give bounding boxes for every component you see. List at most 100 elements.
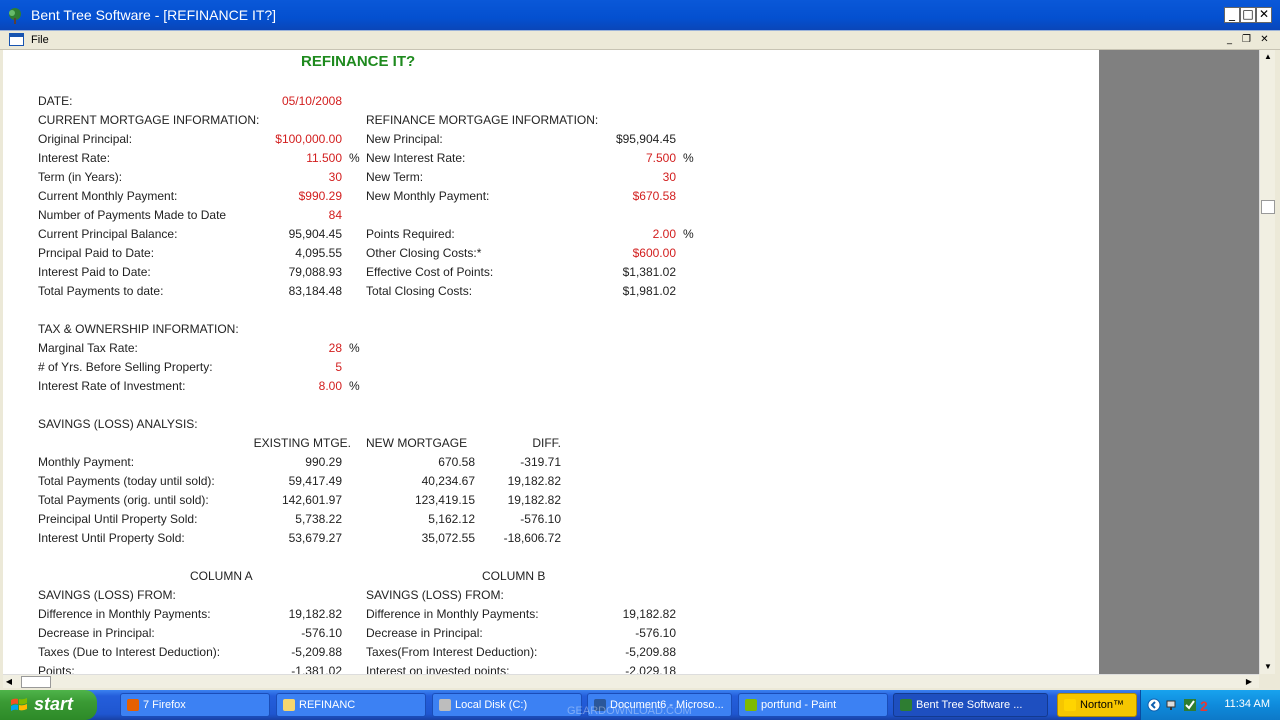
maximize-button[interactable]: □ (1240, 7, 1256, 23)
field-label: Marginal Tax Rate: (38, 341, 138, 355)
field-label: New Term: (366, 170, 424, 184)
tray-back-icon[interactable] (1147, 698, 1161, 712)
column-a-subheader: SAVINGS (LOSS) FROM: (38, 588, 176, 602)
field-label: # of Yrs. Before Selling Property: (38, 360, 213, 374)
col-diff-header: DIFF. (532, 436, 561, 450)
document-icon[interactable] (9, 33, 24, 46)
tray-antivirus-icon[interactable] (1183, 698, 1197, 712)
column-a-label: Points: (38, 664, 75, 674)
date-label: DATE: (38, 94, 73, 108)
tray-update-icon[interactable]: 2 (1199, 698, 1213, 712)
field-label: Original Principal: (38, 132, 133, 146)
percent-sign: % (349, 379, 360, 393)
child-close-button[interactable]: ✕ (1257, 33, 1272, 47)
window-title-bar: Bent Tree Software - [REFINANCE IT?] _ □… (0, 0, 1280, 31)
refinance-mortgage-header: REFINANCE MORTGAGE INFORMATION: (366, 113, 599, 127)
column-a-label: Decrease in Principal: (38, 626, 155, 640)
taskbar: start 7 Firefox REFINANC Local Disk (C:) Do… (0, 690, 1280, 720)
field-value[interactable]: 7.500 (556, 151, 676, 165)
column-a-label: Difference in Monthly Payments: (38, 607, 211, 621)
field-label: New Principal: (366, 132, 443, 146)
taskbar-button-label: Bent Tree Software ... (916, 699, 1023, 711)
savings-label: Interest Until Property Sold: (38, 531, 185, 545)
column-a-value: 19,182.82 (288, 607, 342, 621)
field-value: $95,904.45 (615, 132, 676, 146)
savings-label: Total Payments (today until sold): (38, 474, 215, 488)
savings-diff: -319.71 (520, 455, 561, 469)
percent-sign: % (683, 227, 694, 241)
percent-sign: % (683, 151, 694, 165)
field-value[interactable]: 28 (222, 341, 342, 355)
field-value[interactable]: $100,000.00 (222, 132, 342, 146)
field-value[interactable]: 11.500 (222, 151, 342, 165)
column-a-value: -1,381.02 (291, 664, 342, 674)
field-value: 83,184.48 (288, 284, 342, 298)
scroll-up-icon[interactable]: ▲ (1261, 50, 1275, 64)
column-b-subheader: SAVINGS (LOSS) FROM: (366, 588, 504, 602)
taskbar-button[interactable]: Local Disk (C:) (432, 693, 582, 717)
column-b-header: COLUMN B (482, 569, 546, 583)
savings-diff: 19,182.82 (507, 474, 561, 488)
field-value[interactable]: $670.58 (556, 189, 676, 203)
percent-sign: % (349, 341, 360, 355)
start-button[interactable]: start (0, 690, 97, 720)
horizontal-scroll-thumb[interactable] (21, 676, 51, 688)
savings-diff: -18,606.72 (503, 531, 561, 545)
field-value[interactable]: 30 (222, 170, 342, 184)
norton-icon (1064, 699, 1076, 711)
current-mortgage-header: CURRENT MORTGAGE INFORMATION: (38, 113, 260, 127)
child-restore-button[interactable]: ❐ (1239, 33, 1254, 47)
field-value[interactable]: 84 (222, 208, 342, 222)
scroll-down-icon[interactable]: ▼ (1261, 660, 1275, 674)
tray-network-icon[interactable] (1165, 698, 1179, 712)
savings-diff: 19,182.82 (507, 493, 561, 507)
field-label: Term (in Years): (38, 170, 123, 184)
field-label: New Monthly Payment: (366, 189, 490, 203)
field-label: Interest Paid to Date: (38, 265, 151, 279)
taskbar-button-label: REFINANC (299, 699, 356, 711)
system-tray: 2 11:34 AM (1140, 690, 1280, 720)
savings-existing: 59,417.49 (288, 474, 342, 488)
col-new-header: NEW MORTGAGE (366, 436, 468, 450)
field-value[interactable]: 8.00 (222, 379, 342, 393)
field-value[interactable]: $990.29 (222, 189, 342, 203)
taskbar-button[interactable]: REFINANC (276, 693, 426, 717)
svg-text:2: 2 (1200, 698, 1208, 712)
savings-existing: 990.29 (305, 455, 342, 469)
watermark: GEARDOWNLOAD.COM (567, 705, 692, 717)
field-value[interactable]: 30 (556, 170, 676, 184)
field-value[interactable]: $600.00 (556, 246, 676, 260)
field-label: Interest Rate: (38, 151, 111, 165)
field-label: Interest Rate of Investment: (38, 379, 186, 393)
child-minimize-button[interactable]: _ (1222, 33, 1237, 47)
savings-label: Preincipal Until Property Sold: (38, 512, 198, 526)
field-value: $1,381.02 (622, 265, 676, 279)
vertical-scroll-thumb[interactable] (1261, 200, 1275, 214)
horizontal-scrollbar[interactable]: ◀ ▶ (3, 674, 1259, 688)
savings-diff: -576.10 (520, 512, 561, 526)
taskbar-button[interactable]: Bent Tree Software ... (893, 693, 1048, 717)
start-label: start (34, 694, 74, 714)
taskbar-button[interactable]: Norton™ (1057, 693, 1137, 717)
field-value: 79,088.93 (288, 265, 342, 279)
field-label: Effective Cost of Points: (366, 265, 494, 279)
field-value[interactable]: 2.00 (556, 227, 676, 241)
firefox-icon (127, 699, 139, 711)
date-value[interactable]: 05/10/2008 (242, 94, 342, 108)
report-title: REFINANCE IT? (301, 53, 416, 70)
column-a-value: -5,209.88 (291, 645, 342, 659)
minimize-button[interactable]: _ (1224, 7, 1240, 23)
vertical-scrollbar[interactable]: ▲ ▼ (1259, 50, 1275, 674)
field-value[interactable]: 5 (222, 360, 342, 374)
field-label: Points Required: (366, 227, 455, 241)
scroll-right-icon[interactable]: ▶ (1243, 675, 1255, 689)
column-b-value: -2,029.18 (625, 664, 676, 674)
scroll-left-icon[interactable]: ◀ (3, 675, 15, 689)
savings-header: SAVINGS (LOSS) ANALYSIS: (38, 417, 198, 431)
taskbar-button[interactable]: portfund - Paint (738, 693, 888, 717)
savings-existing: 142,601.97 (281, 493, 342, 507)
close-button[interactable]: ✕ (1256, 7, 1272, 23)
taskbar-button[interactable]: 7 Firefox (120, 693, 270, 717)
field-label: Current Principal Balance: (38, 227, 178, 241)
menu-file[interactable]: File (31, 34, 49, 46)
